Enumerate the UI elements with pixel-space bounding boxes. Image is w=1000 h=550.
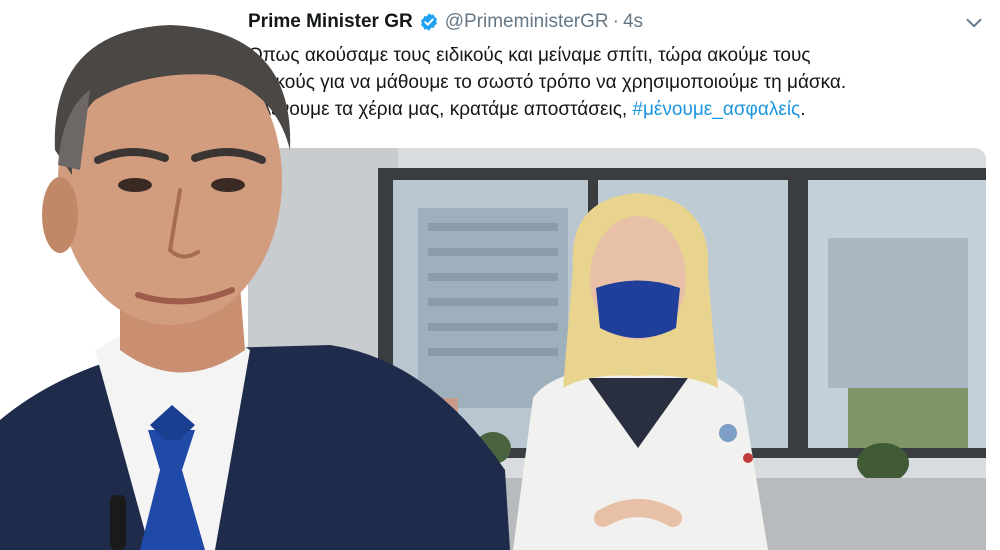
text-trailing-period: .: [800, 99, 806, 120]
hashtag-link[interactable]: #μένουμε_ασφαλείς: [632, 99, 800, 120]
portrait-photo: [0, 0, 510, 550]
separator-dot: ·: [612, 11, 619, 32]
portrait-illustration: [0, 25, 510, 550]
tweet-timestamp[interactable]: 4s: [623, 11, 643, 33]
chevron-down-icon[interactable]: [963, 12, 985, 34]
